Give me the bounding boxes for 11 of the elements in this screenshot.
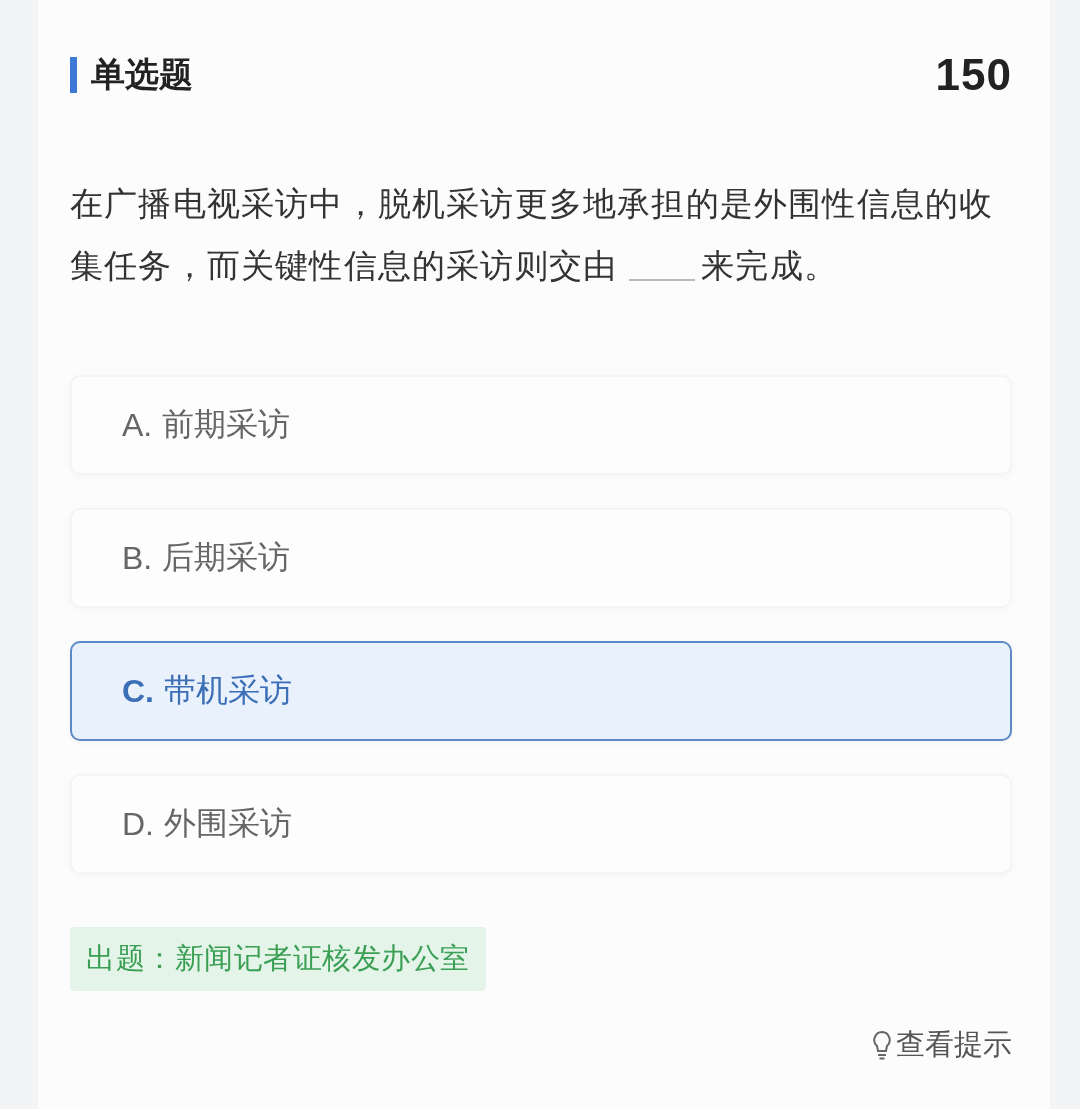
source-tag: 出题：新闻记者证核发办公室 <box>70 927 486 991</box>
question-type-title: 单选题 <box>91 54 193 95</box>
question-number: 150 <box>935 50 1012 100</box>
title-accent-bar <box>70 57 77 93</box>
lightbulb-icon <box>872 1030 892 1060</box>
answer-option[interactable]: B. 后期采访 <box>70 508 1012 608</box>
answer-option[interactable]: A. 前期采访 <box>70 375 1012 475</box>
answer-option[interactable]: C. 带机采访 <box>70 641 1012 741</box>
question-text: 在广播电视采访中，脱机采访更多地承担的是外围性信息的收集任务，而关键性信息的采访则交由 来完成。 <box>70 184 995 286</box>
answer-option[interactable]: D. 外围采访 <box>70 774 1012 874</box>
hint-link[interactable]: 查看提示 <box>872 1025 1012 1065</box>
